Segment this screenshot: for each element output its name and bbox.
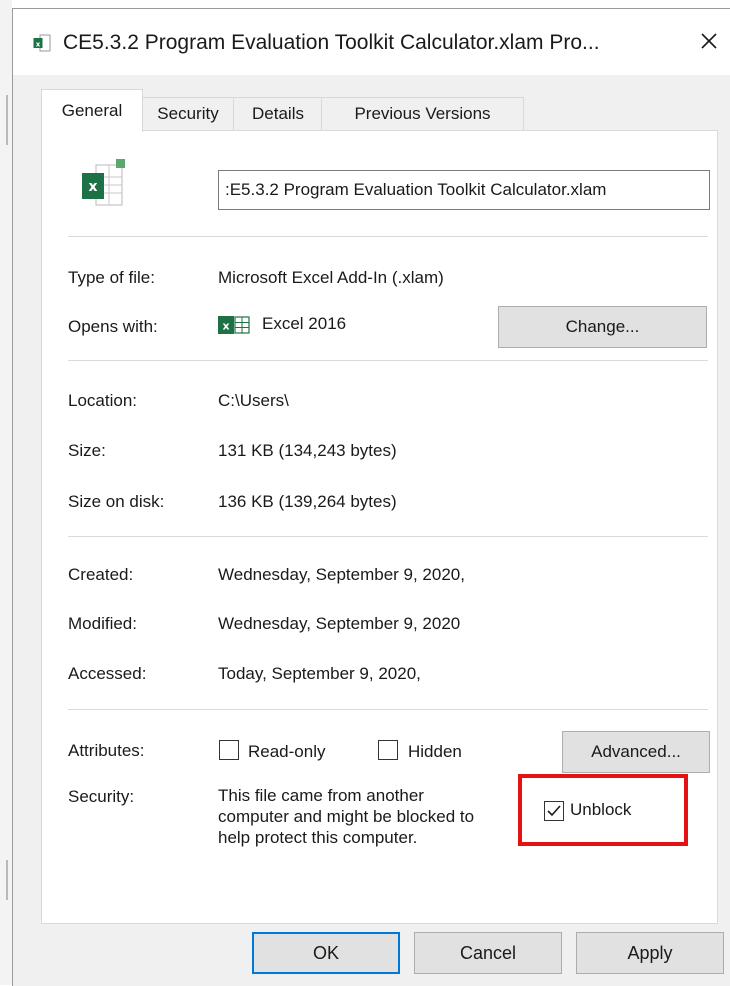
unblock-label: Unblock xyxy=(570,800,632,819)
security-message-line: This file came from another xyxy=(218,786,424,805)
change-button-label: Change... xyxy=(565,317,640,336)
accessed-value: Today, September 9, 2020, xyxy=(218,664,421,683)
divider xyxy=(68,360,708,361)
location-label: Location: xyxy=(68,391,137,410)
size-value: 131 KB (134,243 bytes) xyxy=(218,441,397,460)
cancel-button[interactable]: Cancel xyxy=(414,932,562,974)
tab-label: Previous Versions xyxy=(354,104,491,123)
opens-with-label: Opens with: xyxy=(68,317,158,336)
title-bar[interactable]: x CE5.3.2 Program Evaluation Toolkit Cal… xyxy=(13,9,730,75)
security-message-line: computer and might be blocked to xyxy=(218,807,475,826)
read-only-checkbox[interactable] xyxy=(219,740,239,760)
opens-with-value: Excel 2016 xyxy=(262,314,347,333)
excel-file-icon: x xyxy=(82,159,128,214)
svg-text:x: x xyxy=(36,40,41,48)
size-on-disk-label: Size on disk: xyxy=(68,492,165,511)
svg-text:x: x xyxy=(88,179,97,195)
edge-segment xyxy=(6,95,8,145)
modified-value: Wednesday, September 9, 2020 xyxy=(218,614,461,633)
security-message-line: help protect this computer. xyxy=(218,828,418,847)
checkmark-icon xyxy=(546,803,562,824)
svg-text:x: x xyxy=(222,320,229,333)
type-of-file-label: Type of file: xyxy=(68,268,155,287)
tab-label: General xyxy=(61,101,123,120)
read-only-label: Read-only xyxy=(248,742,326,761)
cancel-button-label: Cancel xyxy=(459,942,517,963)
tab-label: Details xyxy=(252,104,304,123)
tab-label: Security xyxy=(157,104,219,123)
file-name-field[interactable] xyxy=(218,170,710,210)
tab-details[interactable]: Details xyxy=(233,97,323,130)
hidden-checkbox[interactable] xyxy=(378,740,398,760)
close-icon xyxy=(700,32,718,55)
size-label: Size: xyxy=(68,441,106,460)
hidden-label: Hidden xyxy=(408,742,462,761)
divider xyxy=(68,709,708,710)
properties-dialog: x CE5.3.2 Program Evaluation Toolkit Cal… xyxy=(12,8,730,986)
tab-security[interactable]: Security xyxy=(141,97,235,130)
created-value: Wednesday, September 9, 2020, xyxy=(218,565,465,584)
security-message: This file came from another computer and… xyxy=(218,785,474,848)
apply-button[interactable]: Apply xyxy=(576,932,724,974)
excel-app-icon: x xyxy=(218,314,252,341)
background-edge xyxy=(0,0,12,985)
divider xyxy=(68,536,708,537)
edge-segment xyxy=(6,860,8,900)
modified-label: Modified: xyxy=(68,614,137,633)
change-button[interactable]: Change... xyxy=(498,306,707,348)
ok-button[interactable]: OK xyxy=(252,932,400,974)
created-label: Created: xyxy=(68,565,134,584)
accessed-label: Accessed: xyxy=(68,664,147,683)
divider xyxy=(68,236,708,237)
tab-previous-versions[interactable]: Previous Versions xyxy=(321,97,524,130)
security-label: Security: xyxy=(68,787,135,806)
attributes-label: Attributes: xyxy=(68,741,145,760)
excel-file-icon: x xyxy=(33,34,51,52)
tab-general[interactable]: General xyxy=(41,89,143,132)
location-value: C:\Users\ xyxy=(218,391,289,410)
type-of-file-value: Microsoft Excel Add-In (.xlam) xyxy=(218,268,444,287)
unblock-checkbox[interactable] xyxy=(544,801,564,821)
advanced-button[interactable]: Advanced... xyxy=(562,731,710,773)
advanced-button-label: Advanced... xyxy=(591,742,681,761)
close-button[interactable] xyxy=(687,23,730,63)
apply-button-label: Apply xyxy=(627,942,673,963)
size-on-disk-value: 136 KB (139,264 bytes) xyxy=(218,492,397,511)
ok-button-label: OK xyxy=(312,942,339,963)
window-title: CE5.3.2 Program Evaluation Toolkit Calcu… xyxy=(63,31,600,54)
